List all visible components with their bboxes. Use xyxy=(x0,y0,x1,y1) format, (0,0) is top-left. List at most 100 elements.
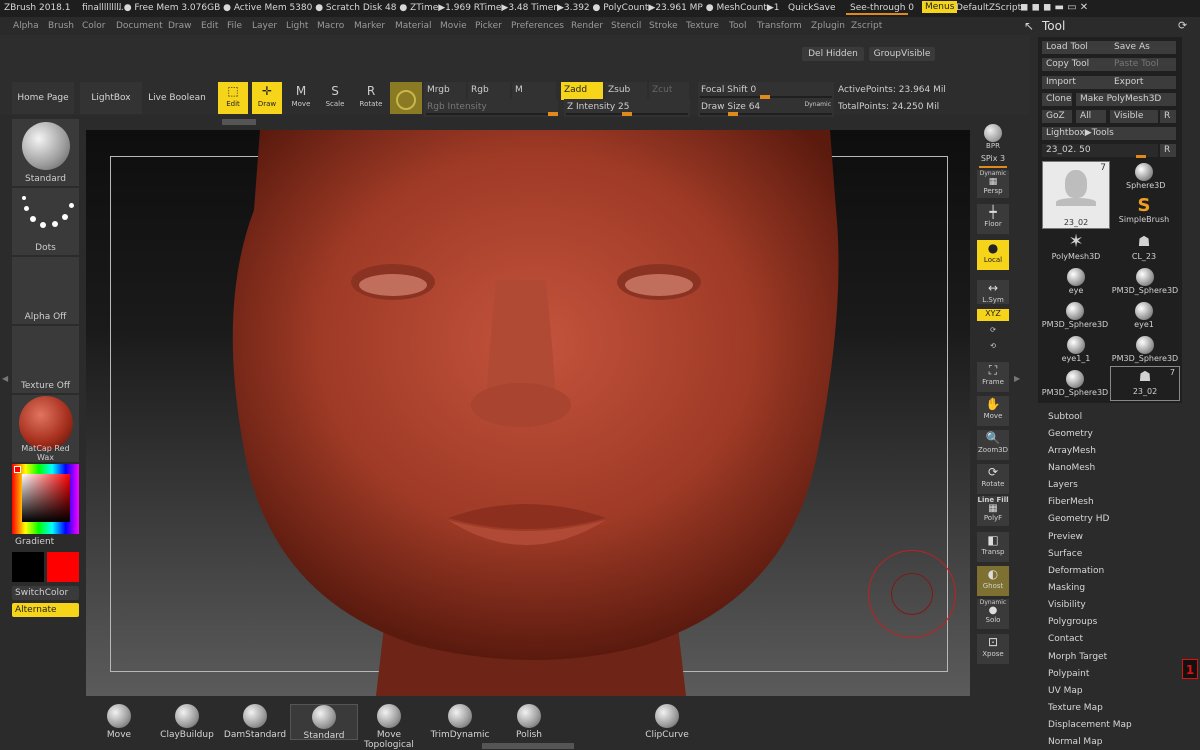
subpalette-geometry[interactable]: Geometry xyxy=(1048,429,1093,439)
tool-thumb-eye[interactable]: eye xyxy=(1058,268,1094,295)
bpr-button[interactable]: BPR xyxy=(977,122,1009,152)
subpalette-layers[interactable]: Layers xyxy=(1048,480,1078,490)
menu-movie[interactable]: Movie xyxy=(440,21,467,31)
gradient-label[interactable]: Gradient xyxy=(15,537,54,547)
live-boolean-button[interactable]: Live Boolean xyxy=(146,82,208,114)
persp-button[interactable]: Dynamic ▦ Persp xyxy=(977,170,1009,198)
tool-thumb-pm3d-sphere-1[interactable]: PM3D_Sphere3D xyxy=(1110,268,1180,295)
menu-layer[interactable]: Layer xyxy=(252,21,277,31)
paste-tool-button[interactable]: Paste Tool xyxy=(1110,58,1176,71)
z-intensity-slider[interactable]: Z Intensity 25 xyxy=(564,99,690,117)
goz-button[interactable]: GoZ xyxy=(1042,110,1072,123)
menu-render[interactable]: Render xyxy=(571,21,603,31)
canvas-viewport[interactable] xyxy=(86,130,970,696)
default-zscript-button[interactable]: DefaultZScript xyxy=(956,3,1021,13)
brush-move[interactable]: Move xyxy=(86,704,152,740)
mrgb-button[interactable]: Mrgb xyxy=(424,82,466,100)
subpalette-normal-map[interactable]: Normal Map xyxy=(1048,737,1102,747)
shelf-scroll-handle[interactable] xyxy=(222,119,256,125)
import-button[interactable]: Import xyxy=(1042,76,1110,89)
stroke-slot[interactable]: Dots xyxy=(12,188,79,255)
spix-slider[interactable]: SPix 3 xyxy=(977,154,1009,166)
subpalette-visibility[interactable]: Visibility xyxy=(1048,600,1086,610)
transp-button[interactable]: ◧ Transp xyxy=(977,532,1009,562)
menu-edit[interactable]: Edit xyxy=(201,21,218,31)
menu-stroke[interactable]: Stroke xyxy=(649,21,678,31)
xpose-button[interactable]: ⊡ Xpose xyxy=(977,634,1009,664)
menu-marker[interactable]: Marker xyxy=(354,21,385,31)
menu-light[interactable]: Light xyxy=(286,21,308,31)
tray-collapse-right-icon[interactable]: ▶ xyxy=(1014,374,1020,390)
ghost-button[interactable]: ◐ Ghost xyxy=(977,566,1009,596)
tool-thumb-eye1[interactable]: eye1 xyxy=(1126,302,1162,329)
subpalette-arraymesh[interactable]: ArrayMesh xyxy=(1048,446,1096,456)
all-button[interactable]: All xyxy=(1076,110,1106,123)
m-button[interactable]: M xyxy=(512,82,556,100)
brush-move-topological[interactable]: Move Topological xyxy=(356,704,422,750)
zadd-button[interactable]: Zadd xyxy=(561,82,603,100)
brush-clipcurve[interactable]: ClipCurve xyxy=(634,704,700,740)
move-view-button[interactable]: ✋ Move xyxy=(977,396,1009,426)
rotate-y-icon[interactable]: ⟳ xyxy=(977,326,1009,340)
frame-button[interactable]: ⛶ Frame xyxy=(977,362,1009,392)
zcut-button[interactable]: Zcut xyxy=(649,82,689,100)
make-polymesh-button[interactable]: Make PolyMesh3D xyxy=(1076,93,1176,106)
menu-alpha[interactable]: Alpha xyxy=(13,21,39,31)
menus-toggle[interactable]: Menus xyxy=(922,1,958,13)
subpalette-contact[interactable]: Contact xyxy=(1048,634,1083,644)
export-button[interactable]: Export xyxy=(1110,76,1176,89)
menu-transform[interactable]: Transform xyxy=(757,21,802,31)
r-button[interactable]: R xyxy=(1160,110,1176,123)
rotate-view-button[interactable]: ⟳ Rotate xyxy=(977,464,1009,494)
menu-picker[interactable]: Picker xyxy=(475,21,502,31)
main-tool-thumbnail[interactable]: 7 23_02 xyxy=(1042,161,1110,229)
load-tool-button[interactable]: Load Tool xyxy=(1042,41,1110,54)
subpalette-morph-target[interactable]: Morph Target xyxy=(1048,652,1107,662)
subpalette-masking[interactable]: Masking xyxy=(1048,583,1085,593)
scale-mode-button[interactable]: S Scale xyxy=(320,82,350,114)
subpalette-preview[interactable]: Preview xyxy=(1048,532,1083,542)
tool-thumb-eye1-1[interactable]: eye1_1 xyxy=(1054,336,1098,363)
subpalette-nanomesh[interactable]: NanoMesh xyxy=(1048,463,1095,473)
menu-document[interactable]: Document xyxy=(116,21,163,31)
tool-thumb-cl23[interactable]: ☗ CL_23 xyxy=(1122,232,1166,261)
menu-zplugin[interactable]: Zplugin xyxy=(811,21,845,31)
menu-material[interactable]: Material xyxy=(395,21,432,31)
copy-tool-button[interactable]: Copy Tool xyxy=(1042,58,1110,71)
subpalette-subtool[interactable]: Subtool xyxy=(1048,412,1082,422)
rgb-button[interactable]: Rgb xyxy=(468,82,510,100)
subpalette-polypaint[interactable]: Polypaint xyxy=(1048,669,1089,679)
notification-badge[interactable]: 1 xyxy=(1182,659,1198,679)
zoom3d-button[interactable]: 🔍 Zoom3D xyxy=(977,430,1009,460)
rgb-intensity-slider[interactable]: Rgb Intensity xyxy=(424,99,558,117)
home-page-button[interactable]: Home Page xyxy=(12,82,74,114)
menu-texture[interactable]: Texture xyxy=(686,21,719,31)
group-visible-button[interactable]: GroupVisible xyxy=(869,47,935,61)
local-button[interactable]: ● Local xyxy=(977,240,1009,270)
menu-macro[interactable]: Macro xyxy=(317,21,344,31)
tool-thumb-pm3d-sphere-4[interactable]: PM3D_Sphere3D xyxy=(1040,370,1110,397)
menu-preferences[interactable]: Preferences xyxy=(511,21,564,31)
subpalette-geometry-hd[interactable]: Geometry HD xyxy=(1048,514,1109,524)
tool-thumb-sphere3d[interactable]: Sphere3D xyxy=(1126,163,1165,190)
clone-button[interactable]: Clone xyxy=(1042,93,1072,106)
subpalette-texture-map[interactable]: Texture Map xyxy=(1048,703,1103,713)
subpalette-deformation[interactable]: Deformation xyxy=(1048,566,1104,576)
subpalette-uv-map[interactable]: UV Map xyxy=(1048,686,1083,696)
r2-button[interactable]: R xyxy=(1160,144,1176,157)
main-color-swatch[interactable] xyxy=(12,552,44,582)
subpalette-surface[interactable]: Surface xyxy=(1048,549,1082,559)
polyf-button[interactable]: Line Fill ▦ PolyF xyxy=(977,496,1009,526)
move-mode-button[interactable]: M Move xyxy=(286,82,316,114)
material-sculpt-toggle[interactable] xyxy=(390,82,422,114)
menu-draw[interactable]: Draw xyxy=(168,21,192,31)
lightbox-button[interactable]: LightBox xyxy=(80,82,142,114)
edit-mode-button[interactable]: ⬚ Edit xyxy=(218,82,248,114)
head-model[interactable] xyxy=(86,130,970,696)
subpalette-polygroups[interactable]: Polygroups xyxy=(1048,617,1097,627)
del-hidden-button[interactable]: Del Hidden xyxy=(802,47,864,61)
rotate-z-icon[interactable]: ⟲ xyxy=(977,342,1009,356)
save-as-button[interactable]: Save As xyxy=(1110,41,1176,54)
focal-shift-slider[interactable]: Focal Shift 0 xyxy=(698,82,834,100)
brush-standard[interactable]: Standard xyxy=(290,704,358,741)
